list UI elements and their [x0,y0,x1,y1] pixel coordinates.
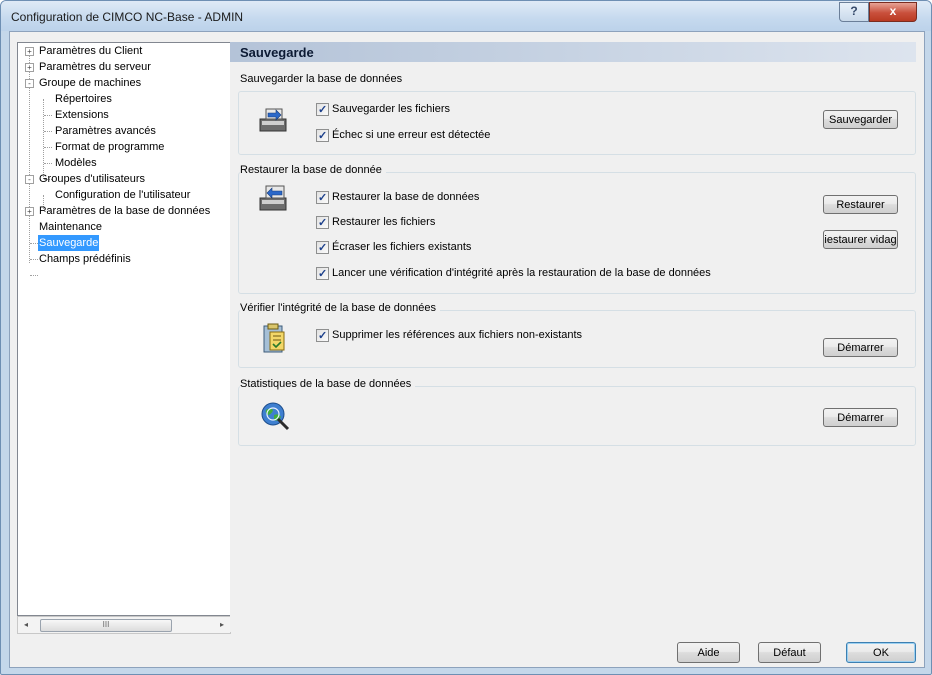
checkbox-checked-icon[interactable] [316,190,329,206]
config-window: Configuration de CIMCO NC-Base - ADMIN ?… [0,0,932,675]
ok-button[interactable]: OK [846,642,916,663]
checkbox-checked-icon[interactable] [316,266,329,282]
tree-item-label: Format de programme [55,141,165,153]
scroll-right-arrow-icon[interactable]: ▸ [214,617,230,633]
checkbox-checked-icon[interactable] [316,240,329,256]
collapse-icon[interactable]: - [25,175,34,184]
scroll-left-arrow-icon[interactable]: ◂ [18,617,34,633]
tree-item-label: Paramètres du serveur [39,61,151,73]
tree-line [30,243,38,244]
tree-item-label: Groupe de machines [39,77,142,89]
checkbox-checked-icon[interactable] [316,128,329,144]
stats-group [238,386,916,446]
expand-icon[interactable]: + [25,63,34,72]
checkbox-label: Restaurer les fichiers [332,216,436,228]
restore-empty-button[interactable]: iestaurer vidag [823,230,898,249]
database-backup-icon [259,108,287,132]
checkbox-checked-icon[interactable] [316,215,329,231]
database-restore-icon [259,185,287,211]
tree-line [43,99,44,179]
start-stats-button[interactable]: Démarrer [823,408,898,427]
tree-line [44,131,52,132]
checkbox-label: Restaurer la base de données [332,191,480,203]
checkbox-label: Écraser les fichiers existants [332,241,472,253]
checkbox-label: Supprimer les références aux fichiers no… [332,329,583,341]
panel-title: Sauvegarde [240,45,314,60]
collapse-icon[interactable]: - [25,79,34,88]
tree-line [30,259,38,260]
tree-item-label: Paramètres avancés [55,125,156,137]
start-integrity-button[interactable]: Démarrer [823,338,898,357]
tree-item-label: Champs prédéfinis [39,253,131,265]
tree-item-label: Groupes d'utilisateurs [39,173,146,185]
tree-item-label: Configuration de l'utilisateur [55,189,191,201]
title-bar: Configuration de CIMCO NC-Base - ADMIN ?… [1,1,931,31]
tree-horizontal-scrollbar[interactable]: ◂ III ▸ [17,616,231,634]
tree-item-label: Paramètres de la base de données [39,205,211,217]
restore-group-title: Restaurer la base de donnée [240,164,386,176]
default-button[interactable]: Défaut [758,642,821,663]
tree-item-label: Modèles [55,157,97,169]
checkbox-label: Sauvegarder les fichiers [332,103,451,115]
tree-line [44,147,52,148]
restore-button[interactable]: Restaurer [823,195,898,214]
tree-item-label: Maintenance [39,221,102,233]
settings-tree[interactable]: + Paramètres du Client + Paramètres du s… [17,42,231,616]
clipboard-check-icon [263,323,285,353]
checkbox-checked-icon[interactable] [316,102,329,118]
stats-group-title: Statistiques de la base de données [240,378,416,390]
tree-item-label: Paramètres du Client [39,45,143,57]
expand-icon[interactable]: + [25,207,34,216]
window-title: Configuration de CIMCO NC-Base - ADMIN [11,10,244,24]
checkbox-checked-icon[interactable] [316,328,329,344]
tree-line [44,163,52,164]
checkbox-label: Échec si une erreur est détectée [332,129,491,141]
globe-search-icon [261,402,290,431]
scroll-thumb[interactable]: III [40,619,172,632]
backup-button[interactable]: Sauvegarder [823,110,898,129]
integrity-group-title: Vérifier l'intégrité de la base de donné… [240,302,440,314]
dialog-body: + Paramètres du Client + Paramètres du s… [9,31,925,668]
close-button[interactable]: x [869,2,917,22]
tree-item-label: Sauvegarde [38,235,100,251]
backup-group-title: Sauvegarder la base de données [240,73,407,85]
panel-header: Sauvegarde [230,42,916,62]
tree-item-label: Extensions [55,109,109,121]
settings-panel: Sauvegarde Sauvegarder la base de donnée… [230,42,916,632]
expand-icon[interactable]: + [25,47,34,56]
help-title-button[interactable]: ? [839,2,869,22]
checkbox-label: Lancer une vérification d'intégrité aprè… [332,267,711,279]
tree-item-label: Répertoires [55,93,112,105]
tree-line [30,275,38,276]
help-button[interactable]: Aide [677,642,740,663]
tree-line [44,115,52,116]
